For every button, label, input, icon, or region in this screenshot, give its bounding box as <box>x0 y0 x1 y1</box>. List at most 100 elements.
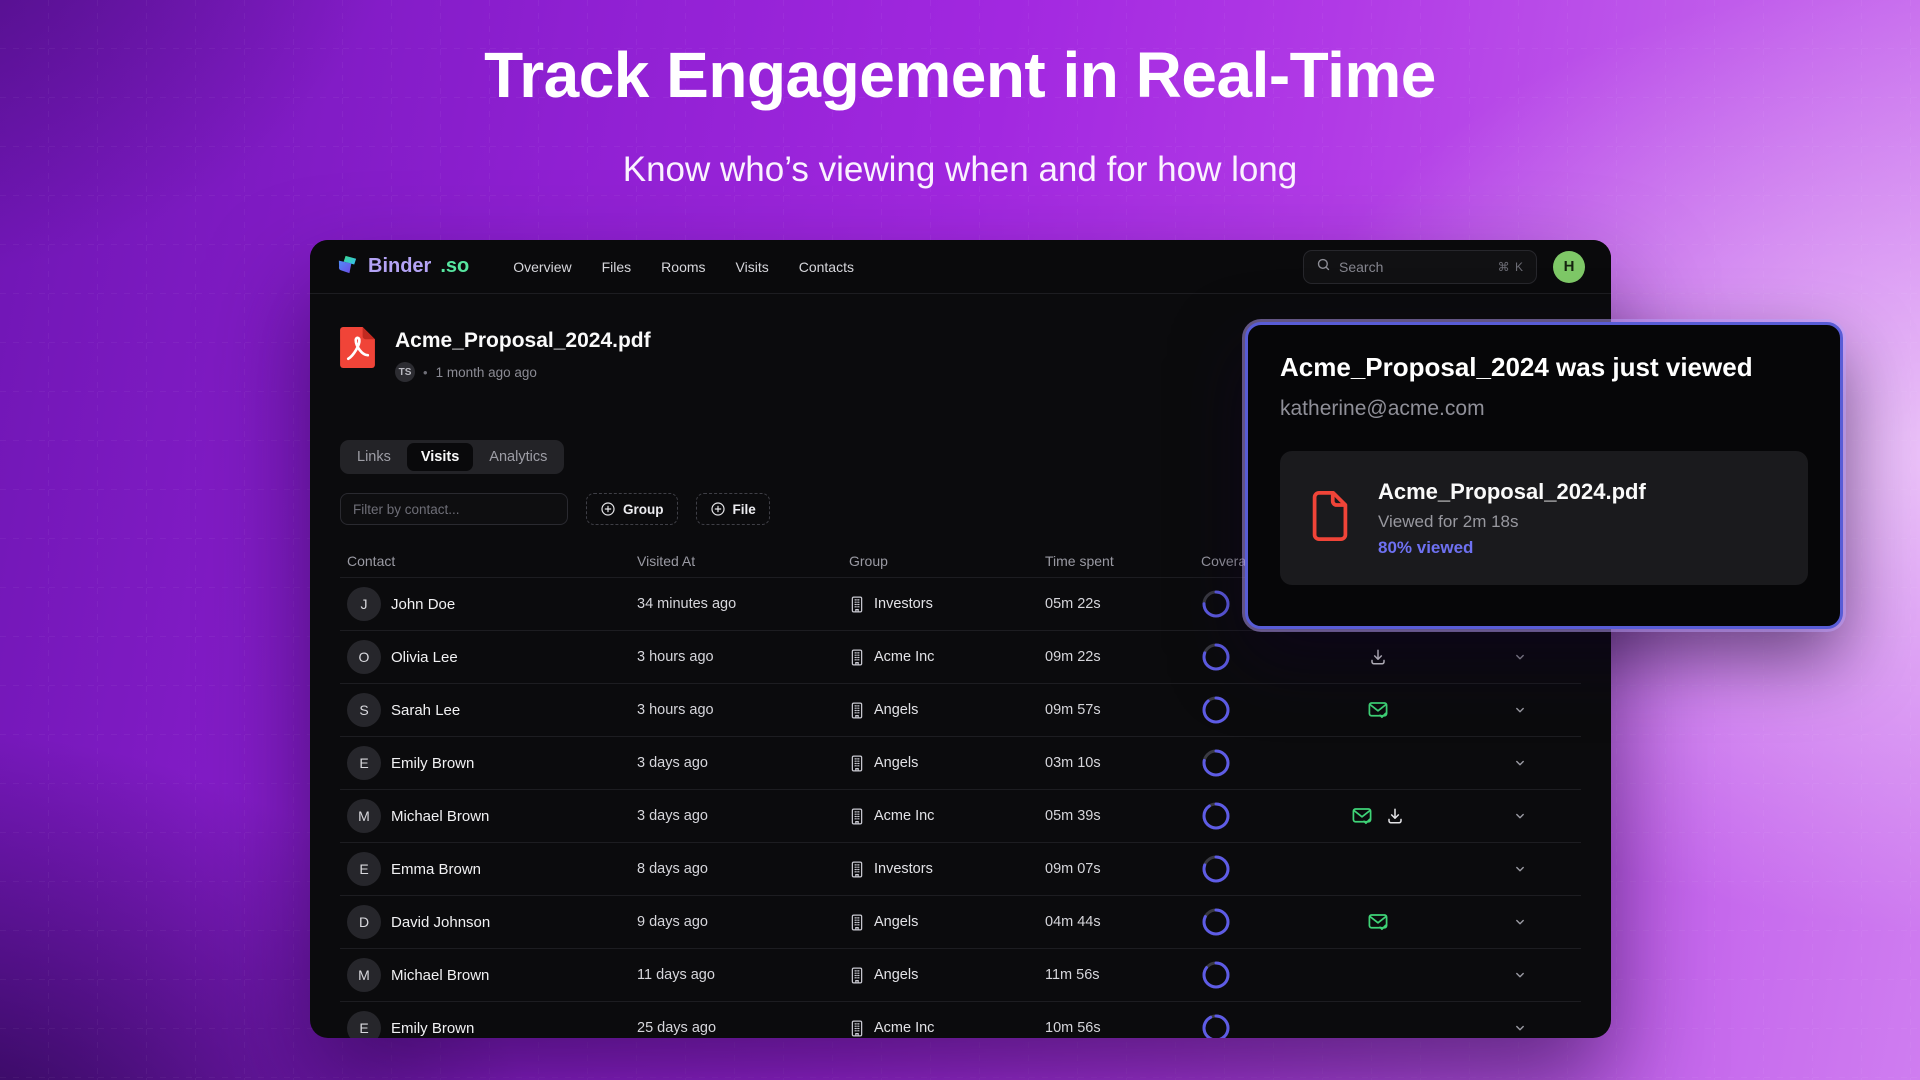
nav-link-contacts[interactable]: Contacts <box>799 259 854 275</box>
table-row[interactable]: DDavid Johnson9 days agoAngels04m 44s <box>340 895 1581 948</box>
visited-at-cell: 8 days ago <box>630 861 842 877</box>
contact-name: Sarah Lee <box>391 702 460 719</box>
tab-analytics[interactable]: Analytics <box>475 443 561 471</box>
coverage-cell <box>1194 854 1298 884</box>
table-row[interactable]: EEmily Brown3 days agoAngels03m 10s <box>340 736 1581 789</box>
contact-name: John Doe <box>391 596 455 613</box>
coverage-ring <box>1201 642 1231 672</box>
expand-row-button[interactable] <box>1458 968 1581 982</box>
expand-row-button[interactable] <box>1458 1021 1581 1035</box>
building-icon <box>849 649 865 666</box>
contact-cell: OOlivia Lee <box>340 640 630 674</box>
building-icon <box>849 1020 865 1037</box>
group-name: Angels <box>874 914 918 930</box>
actions-cell <box>1298 913 1458 931</box>
table-row[interactable]: MMichael Brown3 days agoAcme Inc05m 39s <box>340 789 1581 842</box>
add-group-button[interactable]: Group <box>586 493 678 525</box>
download-icon[interactable] <box>1369 648 1387 666</box>
notification-file-card: Acme_Proposal_2024.pdf Viewed for 2m 18s… <box>1280 451 1808 585</box>
building-icon <box>849 596 865 613</box>
notification-file-name: Acme_Proposal_2024.pdf <box>1378 479 1646 505</box>
nav-link-overview[interactable]: Overview <box>513 259 571 275</box>
file-updated-text: 1 month ago ago <box>436 365 537 380</box>
visited-at-cell: 3 hours ago <box>630 649 842 665</box>
user-avatar[interactable]: H <box>1553 251 1585 283</box>
time-spent-cell: 11m 56s <box>1038 967 1194 983</box>
building-icon <box>849 702 865 719</box>
brand-logo[interactable]: Binder.so <box>336 253 469 281</box>
owner-badge: TS <box>395 362 415 382</box>
table-row[interactable]: OOlivia Lee3 hours agoAcme Inc09m 22s <box>340 630 1581 683</box>
group-cell: Acme Inc <box>842 1020 1038 1037</box>
visited-at-cell: 9 days ago <box>630 914 842 930</box>
contact-avatar: S <box>347 693 381 727</box>
expand-row-button[interactable] <box>1458 756 1581 770</box>
group-name: Acme Inc <box>874 649 934 665</box>
group-name: Acme Inc <box>874 1020 934 1036</box>
search-input[interactable]: Search ⌘ K <box>1303 250 1537 284</box>
chevron-down-icon <box>1513 809 1527 823</box>
group-cell: Investors <box>842 861 1038 878</box>
contact-avatar: M <box>347 799 381 833</box>
time-spent-cell: 05m 39s <box>1038 808 1194 824</box>
group-name: Angels <box>874 702 918 718</box>
time-spent-cell: 09m 57s <box>1038 702 1194 718</box>
coverage-cell <box>1194 748 1298 778</box>
visited-at-cell: 3 hours ago <box>630 702 842 718</box>
col-header-contact: Contact <box>340 553 630 569</box>
col-header-visited-at: Visited At <box>630 553 842 569</box>
visited-at-cell: 3 days ago <box>630 808 842 824</box>
hero-title: Track Engagement in Real-Time <box>0 38 1920 112</box>
nav-link-visits[interactable]: Visits <box>736 259 769 275</box>
group-cell: Angels <box>842 967 1038 984</box>
group-cell: Acme Inc <box>842 808 1038 825</box>
mail-check-icon[interactable] <box>1368 913 1388 931</box>
tab-links[interactable]: Links <box>343 443 405 471</box>
mail-check-icon[interactable] <box>1352 807 1372 825</box>
nav-links: Overview Files Rooms Visits Contacts <box>513 259 854 275</box>
group-name: Angels <box>874 967 918 983</box>
tab-visits[interactable]: Visits <box>407 443 473 471</box>
coverage-ring <box>1201 907 1231 937</box>
brand-name: Binder <box>368 255 431 278</box>
notification-viewed-for: Viewed for 2m 18s <box>1378 512 1646 532</box>
file-title: Acme_Proposal_2024.pdf <box>395 329 651 353</box>
expand-row-button[interactable] <box>1458 650 1581 664</box>
mail-check-icon[interactable] <box>1368 701 1388 719</box>
table-row[interactable]: S Sarah Lee 3 hours ago Angels 09m 57s <box>340 683 1581 736</box>
pdf-file-icon <box>340 327 375 382</box>
coverage-ring <box>1201 1013 1231 1038</box>
expand-row-button[interactable] <box>1458 703 1581 717</box>
file-outline-icon <box>1308 488 1352 549</box>
expand-row-button[interactable] <box>1458 809 1581 823</box>
col-header-time-spent: Time spent <box>1038 553 1194 569</box>
table-row[interactable]: EEmma Brown8 days agoInvestors09m 07s <box>340 842 1581 895</box>
building-icon <box>849 861 865 878</box>
building-icon <box>849 967 865 984</box>
add-file-button[interactable]: File <box>696 493 770 525</box>
expand-row-button[interactable] <box>1458 915 1581 929</box>
nav-link-files[interactable]: Files <box>602 259 632 275</box>
expand-row-button[interactable] <box>1458 862 1581 876</box>
filter-contact-input[interactable] <box>340 493 568 525</box>
coverage-ring <box>1201 854 1231 884</box>
coverage-ring <box>1201 748 1231 778</box>
binder-logo-icon <box>336 253 359 281</box>
table-row[interactable]: MMichael Brown11 days agoAngels11m 56s <box>340 948 1581 1001</box>
time-spent-cell: 04m 44s <box>1038 914 1194 930</box>
contact-avatar: E <box>347 1011 381 1038</box>
contact-cell: MMichael Brown <box>340 799 630 833</box>
contact-avatar: D <box>347 905 381 939</box>
download-icon[interactable] <box>1386 807 1404 825</box>
building-icon <box>849 808 865 825</box>
group-name: Investors <box>874 596 933 612</box>
table-row[interactable]: EEmily Brown25 days agoAcme Inc10m 56s <box>340 1001 1581 1038</box>
time-spent-cell: 09m 07s <box>1038 861 1194 877</box>
nav-link-rooms[interactable]: Rooms <box>661 259 705 275</box>
hero-subtitle: Know who’s viewing when and for how long <box>0 150 1920 190</box>
contact-cell: E Emily Brown <box>340 1011 630 1038</box>
contact-cell: EEmily Brown <box>340 746 630 780</box>
notification-popup[interactable]: Acme_Proposal_2024 was just viewed kathe… <box>1245 322 1843 629</box>
notification-percent-viewed: 80% viewed <box>1378 538 1646 558</box>
contact-name: Emily Brown <box>391 1020 474 1037</box>
